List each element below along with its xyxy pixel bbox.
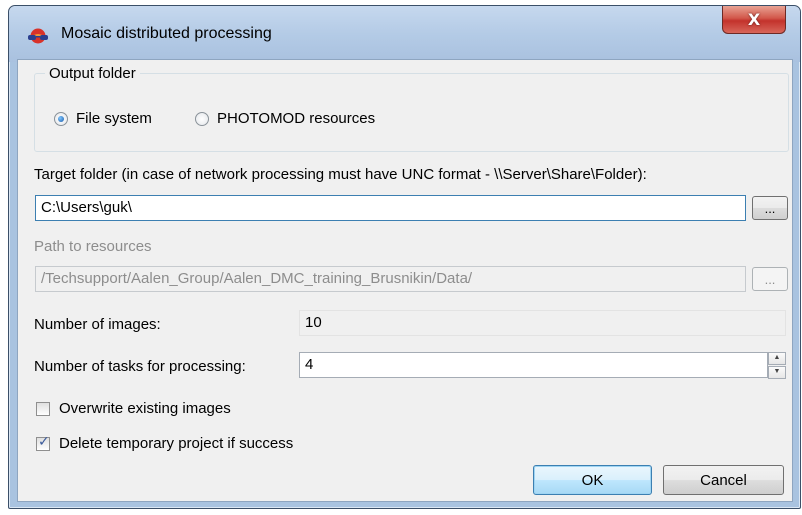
resources-path-input[interactable]: /Techsupport/Aalen_Group/Aalen_DMC_train… [35,266,746,292]
close-icon: X [747,10,761,29]
radio-photomod-resources-label: PHOTOMOD resources [217,110,376,127]
dialog-window: Mosaic distributed processing X Output f… [8,5,801,509]
tasks-count-input[interactable]: 4 [299,352,768,378]
spinner-down-icon[interactable]: ▼ [768,366,786,379]
overwrite-checkbox-box[interactable] [36,401,50,416]
dialog-client-area: Output folder File system PHOTOMOD resou… [17,59,793,502]
radio-photomod-resources-indicator[interactable] [195,111,209,126]
tasks-count-label: Number of tasks for processing: [34,358,246,375]
output-folder-group: Output folder File system PHOTOMOD resou… [34,65,789,152]
target-folder-browse-button[interactable]: ... [752,196,788,220]
radio-file-system[interactable]: File system [54,110,152,127]
target-folder-label: Target folder (in case of network proces… [34,166,647,183]
close-button[interactable]: X [722,6,786,34]
radio-file-system-label: File system [76,110,152,127]
images-count-label: Number of images: [34,316,161,333]
radio-file-system-indicator[interactable] [54,111,68,126]
delete-temp-checkbox[interactable]: Delete temporary project if success [36,434,294,452]
ok-button[interactable]: OK [533,465,652,495]
app-icon [28,28,48,44]
images-count-value: 10 [299,310,786,336]
title-bar[interactable]: Mosaic distributed processing X [9,6,800,62]
window-title: Mosaic distributed processing [61,25,272,42]
overwrite-checkbox-label: Overwrite existing images [59,400,231,417]
overwrite-checkbox[interactable]: Overwrite existing images [36,400,231,417]
resources-browse-button[interactable]: ... [752,267,788,291]
radio-photomod-resources[interactable]: PHOTOMOD resources [195,110,375,127]
tasks-count-spinner[interactable]: ▲ ▼ [768,352,786,379]
delete-temp-checkbox-box[interactable] [36,434,50,451]
resources-path-label: Path to resources [34,238,152,255]
delete-temp-checkbox-label: Delete temporary project if success [59,435,294,452]
target-folder-input[interactable]: C:\Users\guk\ [35,195,746,221]
output-folder-group-title: Output folder [45,65,140,82]
cancel-button[interactable]: Cancel [663,465,784,495]
spinner-up-icon[interactable]: ▲ [768,352,786,365]
